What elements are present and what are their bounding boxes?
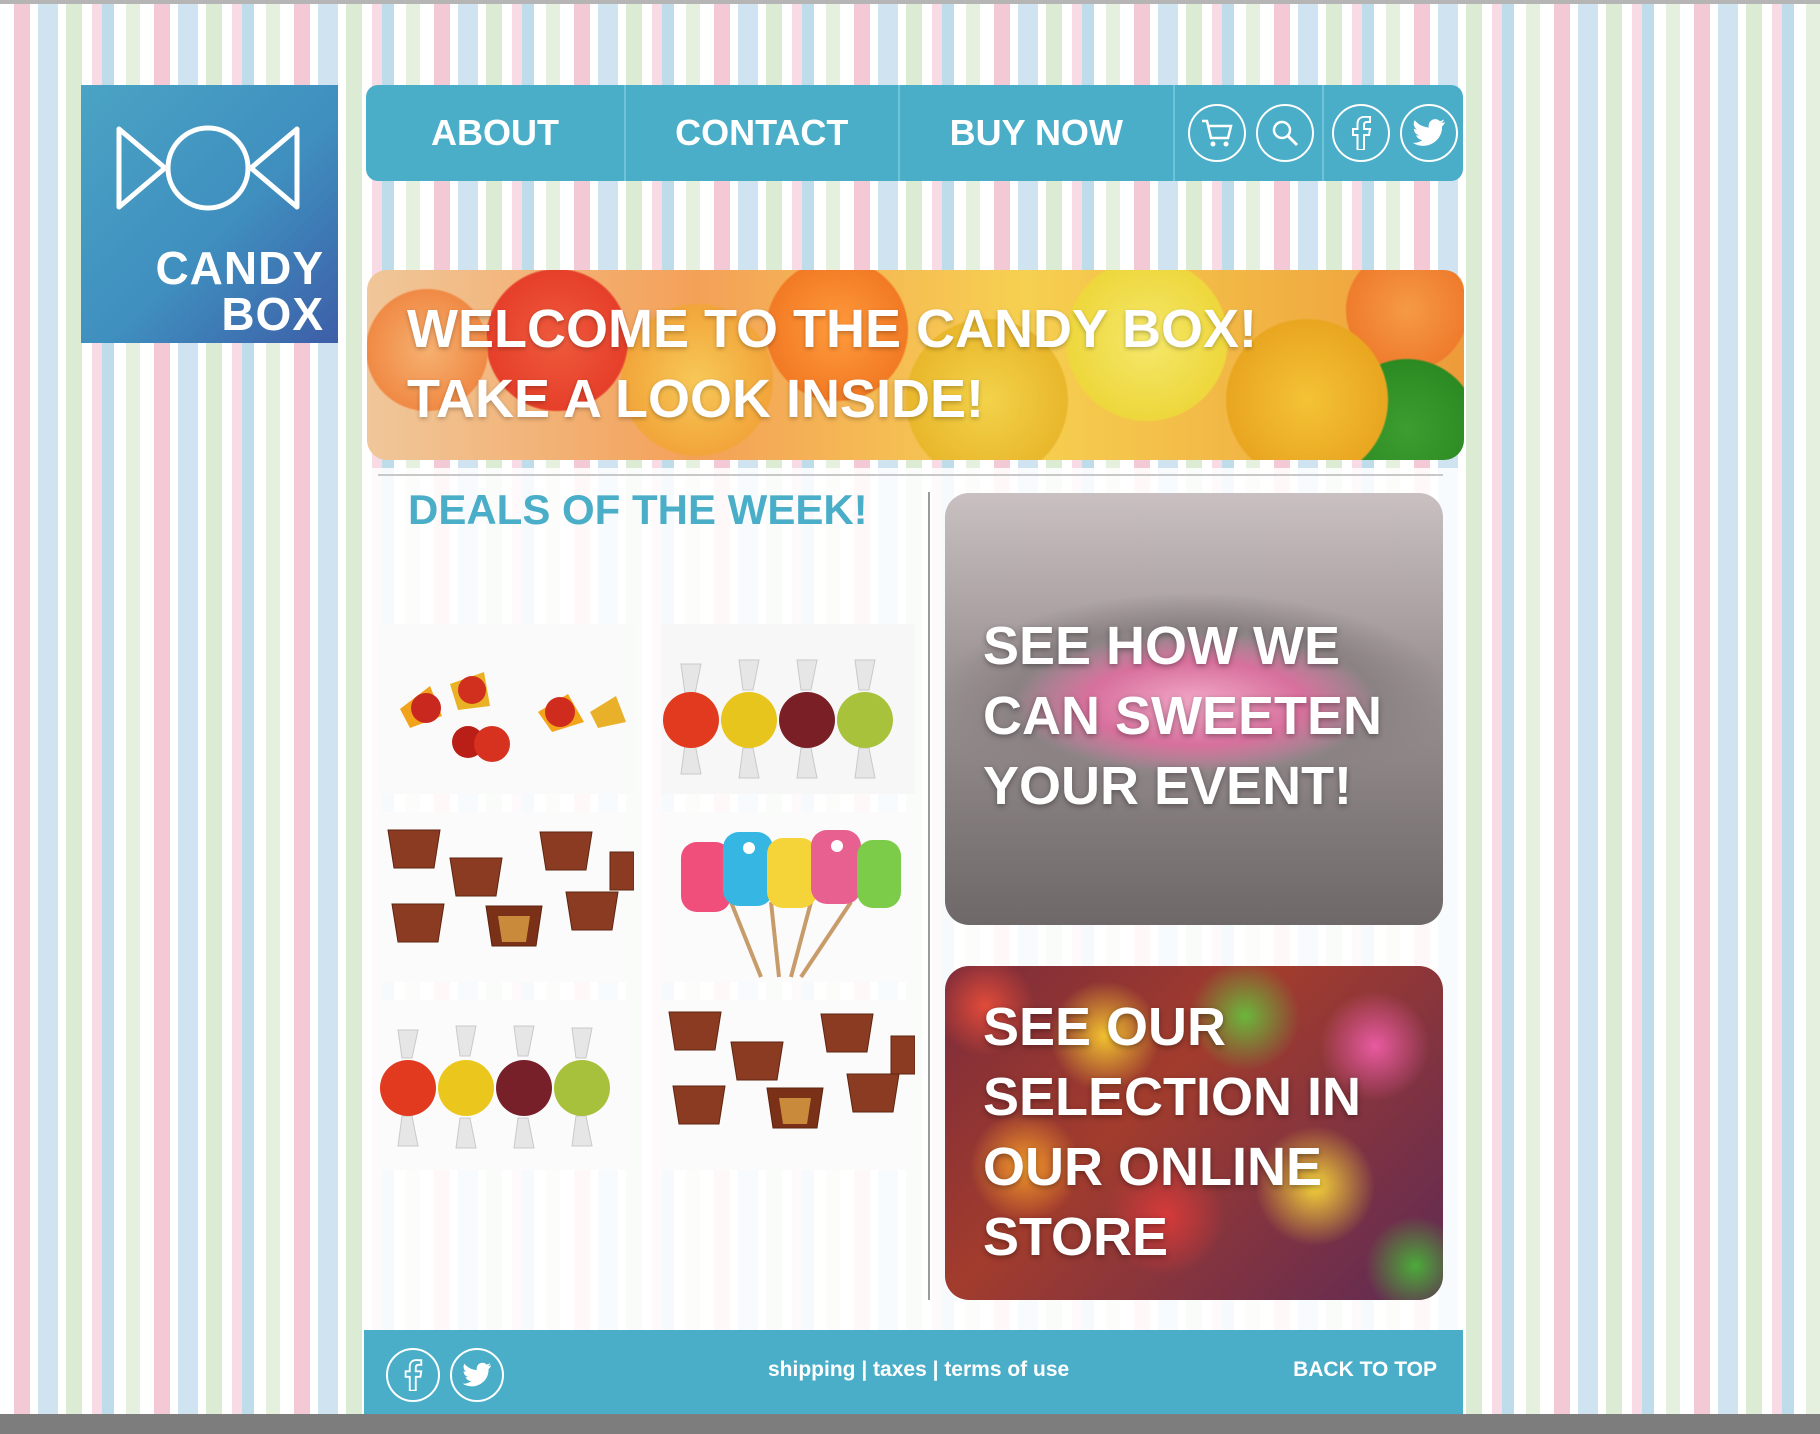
hero-line-1: WELCOME TO THE CANDY BOX! bbox=[407, 299, 1258, 359]
hero-headline: WELCOME TO THE CANDY BOX! TAKE A LOOK IN… bbox=[407, 294, 1257, 434]
footer-links: shipping | taxes | terms of use bbox=[768, 1358, 1069, 1382]
product-character-lollipops[interactable] bbox=[661, 812, 915, 982]
main-nav: ABOUT CONTACT BUY NOW bbox=[366, 85, 1463, 181]
product-chocolate-caramel-cups[interactable] bbox=[380, 812, 634, 982]
nav-buy-now[interactable]: BUY NOW bbox=[900, 85, 1175, 181]
logo-line-candy: CANDY bbox=[155, 242, 324, 294]
logo-wordmark: CANDY BOX bbox=[155, 245, 324, 337]
column-divider bbox=[928, 492, 930, 1300]
main-content: DEALS OF THE WEEK! SEE HOW WE CAN SWEETE… bbox=[366, 468, 1463, 1330]
footer: shipping | taxes | terms of use BACK TO … bbox=[364, 1330, 1463, 1414]
online-store-promo-card[interactable]: SEE OUR SELECTION IN OUR ONLINE STORE bbox=[945, 966, 1443, 1300]
candy-wrapper-icon bbox=[116, 125, 300, 211]
event-promo-line-1: SEE HOW WE bbox=[983, 616, 1341, 676]
footer-social-icons bbox=[386, 1348, 514, 1402]
hero-line-2: TAKE A LOOK INSIDE! bbox=[407, 369, 984, 429]
window-top-edge bbox=[0, 0, 1820, 4]
store-promo-line-4: STORE bbox=[983, 1207, 1169, 1267]
event-promo-text: SEE HOW WE CAN SWEETEN YOUR EVENT! bbox=[983, 611, 1382, 821]
nav-icon-divider bbox=[1322, 85, 1324, 181]
store-promo-line-1: SEE OUR bbox=[983, 997, 1227, 1057]
footer-link-separator: | bbox=[855, 1358, 874, 1381]
facebook-icon[interactable] bbox=[1332, 104, 1390, 162]
search-icon[interactable] bbox=[1256, 104, 1314, 162]
event-promo-card[interactable]: SEE HOW WE CAN SWEETEN YOUR EVENT! bbox=[945, 493, 1443, 925]
event-promo-line-2: CAN SWEETEN bbox=[983, 686, 1383, 746]
facebook-icon[interactable] bbox=[386, 1348, 440, 1402]
hero-banner[interactable]: WELCOME TO THE CANDY BOX! TAKE A LOOK IN… bbox=[367, 270, 1464, 460]
footer-link-separator: | bbox=[926, 1358, 945, 1381]
nav-icon-group bbox=[1175, 85, 1463, 181]
candy-box-logo[interactable]: CANDY BOX bbox=[81, 85, 338, 343]
footer-link-taxes[interactable]: taxes bbox=[873, 1358, 927, 1381]
product-wrapped-fruit-candies[interactable] bbox=[661, 624, 915, 794]
deals-title: DEALS OF THE WEEK! bbox=[408, 486, 868, 533]
store-promo-text: SEE OUR SELECTION IN OUR ONLINE STORE bbox=[983, 992, 1361, 1272]
product-chocolate-caramel-cups-2[interactable] bbox=[661, 1000, 915, 1170]
store-promo-line-2: SELECTION IN bbox=[983, 1067, 1362, 1127]
back-to-top-link[interactable]: BACK TO TOP bbox=[1293, 1358, 1437, 1382]
logo-line-box: BOX bbox=[221, 288, 324, 340]
store-promo-line-3: OUR ONLINE bbox=[983, 1137, 1323, 1197]
product-wrapped-red-candies[interactable] bbox=[380, 624, 634, 794]
footer-link-terms[interactable]: terms of use bbox=[944, 1358, 1069, 1381]
window-bottom-edge bbox=[0, 1414, 1820, 1434]
twitter-icon[interactable] bbox=[1400, 104, 1458, 162]
nav-about[interactable]: ABOUT bbox=[366, 85, 626, 181]
nav-contact[interactable]: CONTACT bbox=[626, 85, 900, 181]
event-promo-line-3: YOUR EVENT! bbox=[983, 756, 1353, 816]
footer-link-shipping[interactable]: shipping bbox=[768, 1358, 856, 1381]
cart-icon[interactable] bbox=[1188, 104, 1246, 162]
twitter-icon[interactable] bbox=[450, 1348, 504, 1402]
content-divider bbox=[378, 474, 1443, 476]
product-wrapped-fruit-candies-2[interactable] bbox=[378, 1000, 632, 1170]
